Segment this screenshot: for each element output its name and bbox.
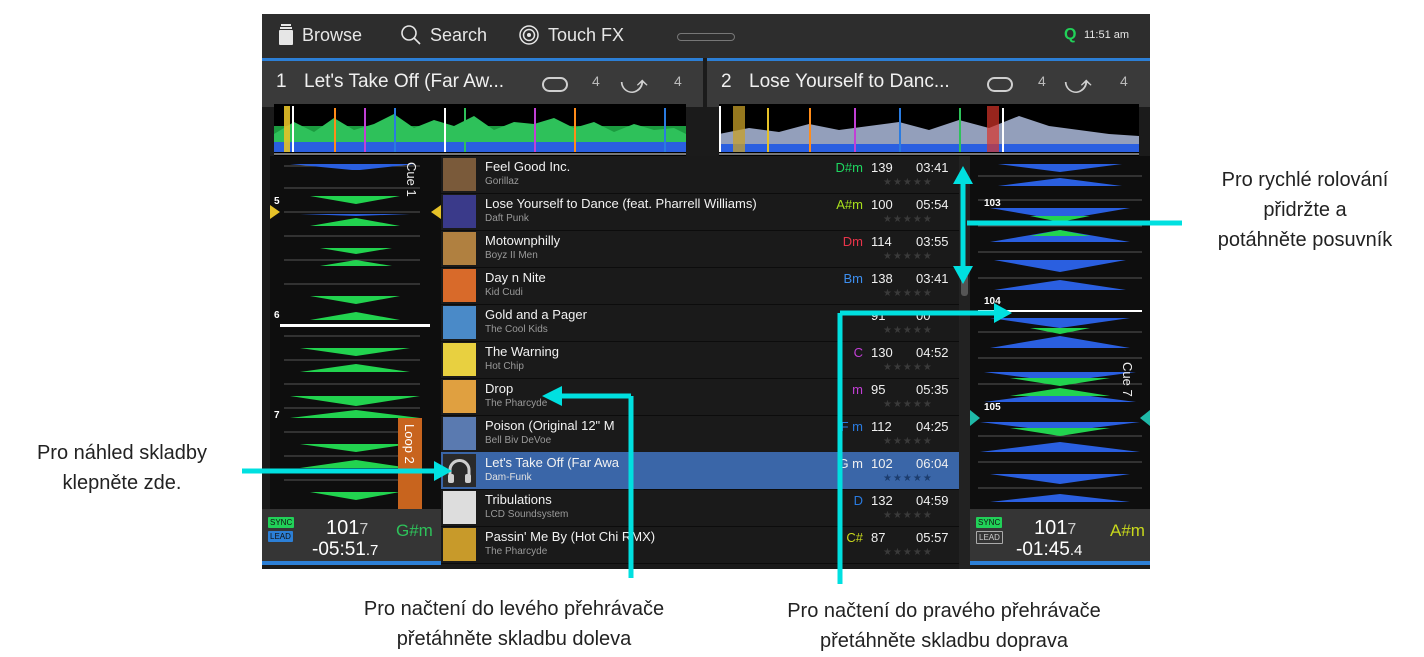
preview-annotation: Pro náhled skladby klepněte zde. — [0, 438, 244, 498]
scroll-arrow-up-head — [953, 166, 973, 184]
preview-annotation-line: Pro náhled skladby — [36, 442, 208, 464]
load-left-arrow-head — [542, 386, 562, 406]
scroll-annotation-line: Pro rychlé rolování — [1221, 169, 1389, 191]
load-left-annotation: Pro načtení do levého přehrávače přetáhn… — [308, 594, 720, 654]
scroll-annotation-line: přidržte a — [1263, 199, 1347, 221]
preview-annotation-line: klepněte zde. — [62, 472, 182, 494]
scroll-arrow-down-head — [953, 266, 973, 284]
load-right-arrow-head — [994, 303, 1012, 323]
load-right-annotation: Pro načtení do pravého přehrávače přetáh… — [732, 596, 1156, 656]
load-left-annotation-line: přetáhněte skladbu doleva — [396, 628, 632, 650]
annotation-arrows — [242, 166, 1182, 584]
load-right-annotation-line: přetáhněte skladbu doprava — [820, 630, 1068, 652]
scroll-annotation-line: potáhněte posuvník — [1217, 229, 1393, 251]
load-left-annotation-line: Pro načtení do levého přehrávače — [363, 598, 665, 620]
load-right-annotation-line: Pro načtení do pravého přehrávače — [787, 600, 1101, 622]
scroll-annotation: Pro rychlé rolování přidržte a potáhněte… — [1186, 165, 1424, 255]
preview-arrow-head — [434, 461, 452, 481]
